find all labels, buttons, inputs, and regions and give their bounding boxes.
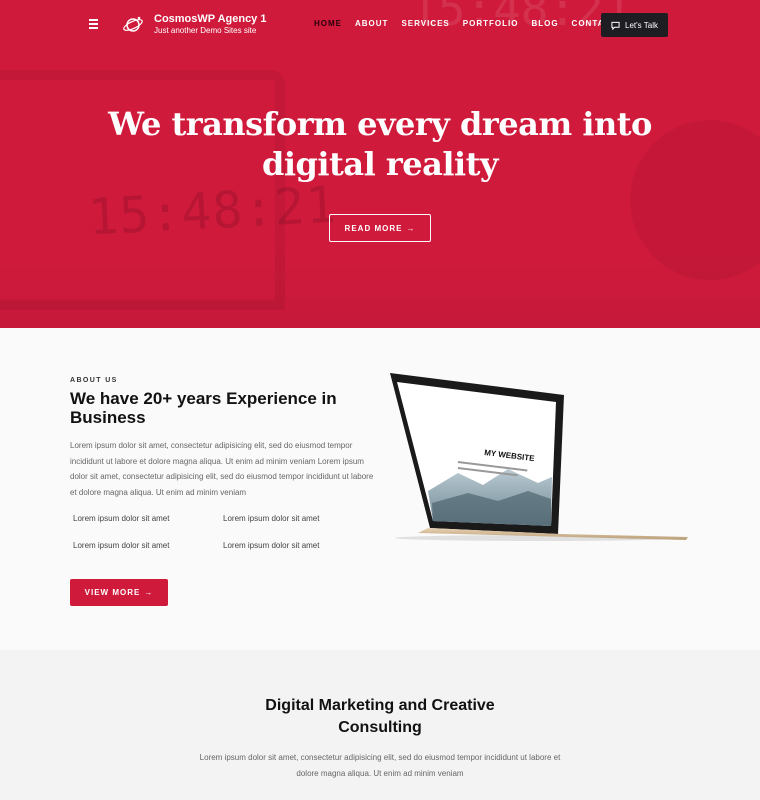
about-feature-list: Lorem ipsum dolor sit amet Lorem ipsum d…: [73, 514, 373, 550]
read-more-label: READ MORE: [344, 223, 403, 233]
arrow-right-icon: →: [144, 588, 154, 597]
hero-title-line-1: We transform every dream into: [108, 105, 652, 143]
lets-talk-button[interactable]: Let's Talk: [601, 13, 668, 37]
hero-background-shade: [0, 250, 760, 328]
planet-icon[interactable]: [122, 14, 144, 36]
site-header: CosmosWP Agency 1 Just another Demo Site…: [0, 0, 760, 50]
about-eyebrow: ABOUT US: [70, 377, 118, 384]
chat-bubble-icon: [611, 21, 620, 30]
about-section: ABOUT US We have 20+ years Experience in…: [0, 328, 760, 650]
hero-title-line-2: digital reality: [261, 145, 499, 183]
marketing-heading: Digital Marketing and Creative Consultin…: [265, 697, 495, 736]
hero-background-clock: 15:48:21: [86, 175, 339, 247]
hero-title: We transform every dream into digital re…: [80, 104, 680, 184]
nav-item-about[interactable]: ABOUT: [355, 19, 388, 28]
site-tagline: Just another Demo Sites site: [154, 26, 257, 35]
hamburger-icon[interactable]: [89, 17, 101, 31]
laptop-mockup-image: MY WEBSITE: [390, 373, 688, 541]
marketing-paragraph: Lorem ipsum dolor sit amet, consectetur …: [199, 753, 561, 778]
nav-item-home[interactable]: HOME: [314, 19, 342, 28]
nav-item-blog[interactable]: BLOG: [531, 19, 558, 28]
hero-section: 15:48:21 15:48:21 CosmosWP Agency 1 Just…: [0, 0, 760, 328]
read-more-button[interactable]: READ MORE →: [329, 214, 431, 242]
lets-talk-label: Let's Talk: [625, 20, 658, 30]
nav-item-services[interactable]: SERVICES: [401, 19, 449, 28]
feature-item: Lorem ipsum dolor sit amet: [223, 514, 320, 523]
feature-item: Lorem ipsum dolor sit amet: [73, 514, 170, 523]
marketing-section: Digital Marketing and Creative Consultin…: [0, 650, 760, 800]
view-more-label: VIEW MORE: [84, 588, 141, 597]
view-more-button[interactable]: VIEW MORE →: [70, 579, 168, 606]
main-navigation: HOME ABOUT SERVICES PORTFOLIO BLOG CONTA…: [314, 19, 617, 28]
nav-item-portfolio[interactable]: PORTFOLIO: [463, 19, 519, 28]
feature-item: Lorem ipsum dolor sit amet: [223, 541, 320, 550]
about-paragraph: Lorem ipsum dolor sit amet, consectetur …: [70, 441, 374, 497]
feature-item: Lorem ipsum dolor sit amet: [73, 541, 170, 550]
arrow-right-icon: →: [406, 223, 416, 233]
about-heading: We have 20+ years Experience in Business: [70, 389, 337, 427]
site-title[interactable]: CosmosWP Agency 1: [154, 13, 266, 25]
